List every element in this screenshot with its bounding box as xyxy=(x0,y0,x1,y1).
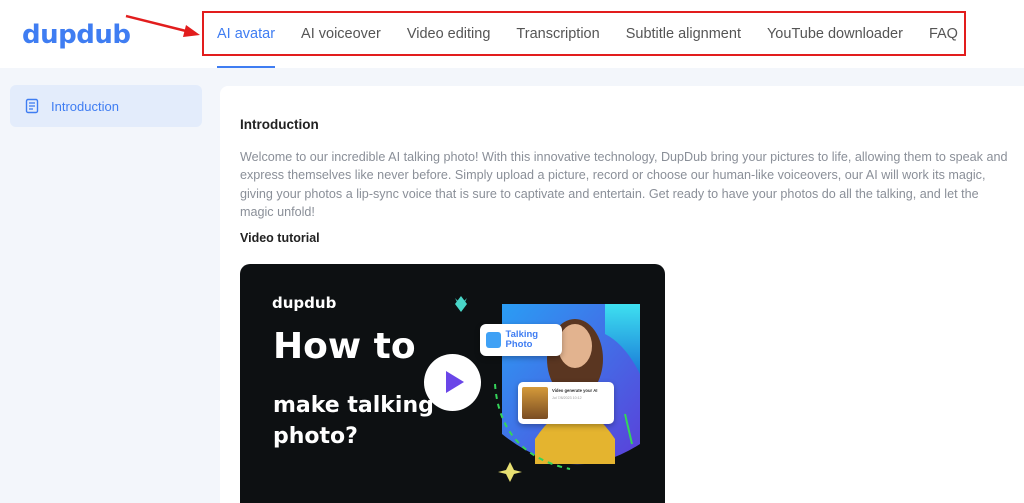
image-icon xyxy=(486,332,501,348)
section-heading: Introduction xyxy=(240,117,319,132)
sidebar-item-introduction[interactable]: Introduction xyxy=(10,85,202,127)
sidebar: Introduction xyxy=(0,68,218,503)
video-logo: dupdub xyxy=(272,294,337,312)
video-title-line1: How to xyxy=(273,326,416,367)
annotation-highlight-box xyxy=(202,11,966,56)
generated-card-text: Video generate your AI xyxy=(552,388,598,393)
intro-description: Welcome to our incredible AI talking pho… xyxy=(240,150,1008,219)
play-button[interactable] xyxy=(424,354,481,411)
generated-thumbnail xyxy=(522,387,548,419)
sidebar-item-label: Introduction xyxy=(51,98,119,114)
logo-text: dupdub xyxy=(22,20,131,50)
talking-photo-badge: Talking Photo xyxy=(480,324,562,356)
generated-card-date: Jul 7/8/2023 10:12 xyxy=(552,396,582,400)
generated-video-card: Video generate your AI Jul 7/8/2023 10:1… xyxy=(518,382,614,424)
badge-label: Talking Photo xyxy=(505,329,539,350)
dupdub-logo[interactable]: dupdub xyxy=(22,14,131,54)
video-thumbnail[interactable]: dupdub How to make talking photo? Talkin… xyxy=(240,264,665,503)
video-tutorial-heading: Video tutorial xyxy=(240,231,320,245)
document-icon xyxy=(25,98,39,114)
annotation-arrow-nav xyxy=(125,14,200,37)
